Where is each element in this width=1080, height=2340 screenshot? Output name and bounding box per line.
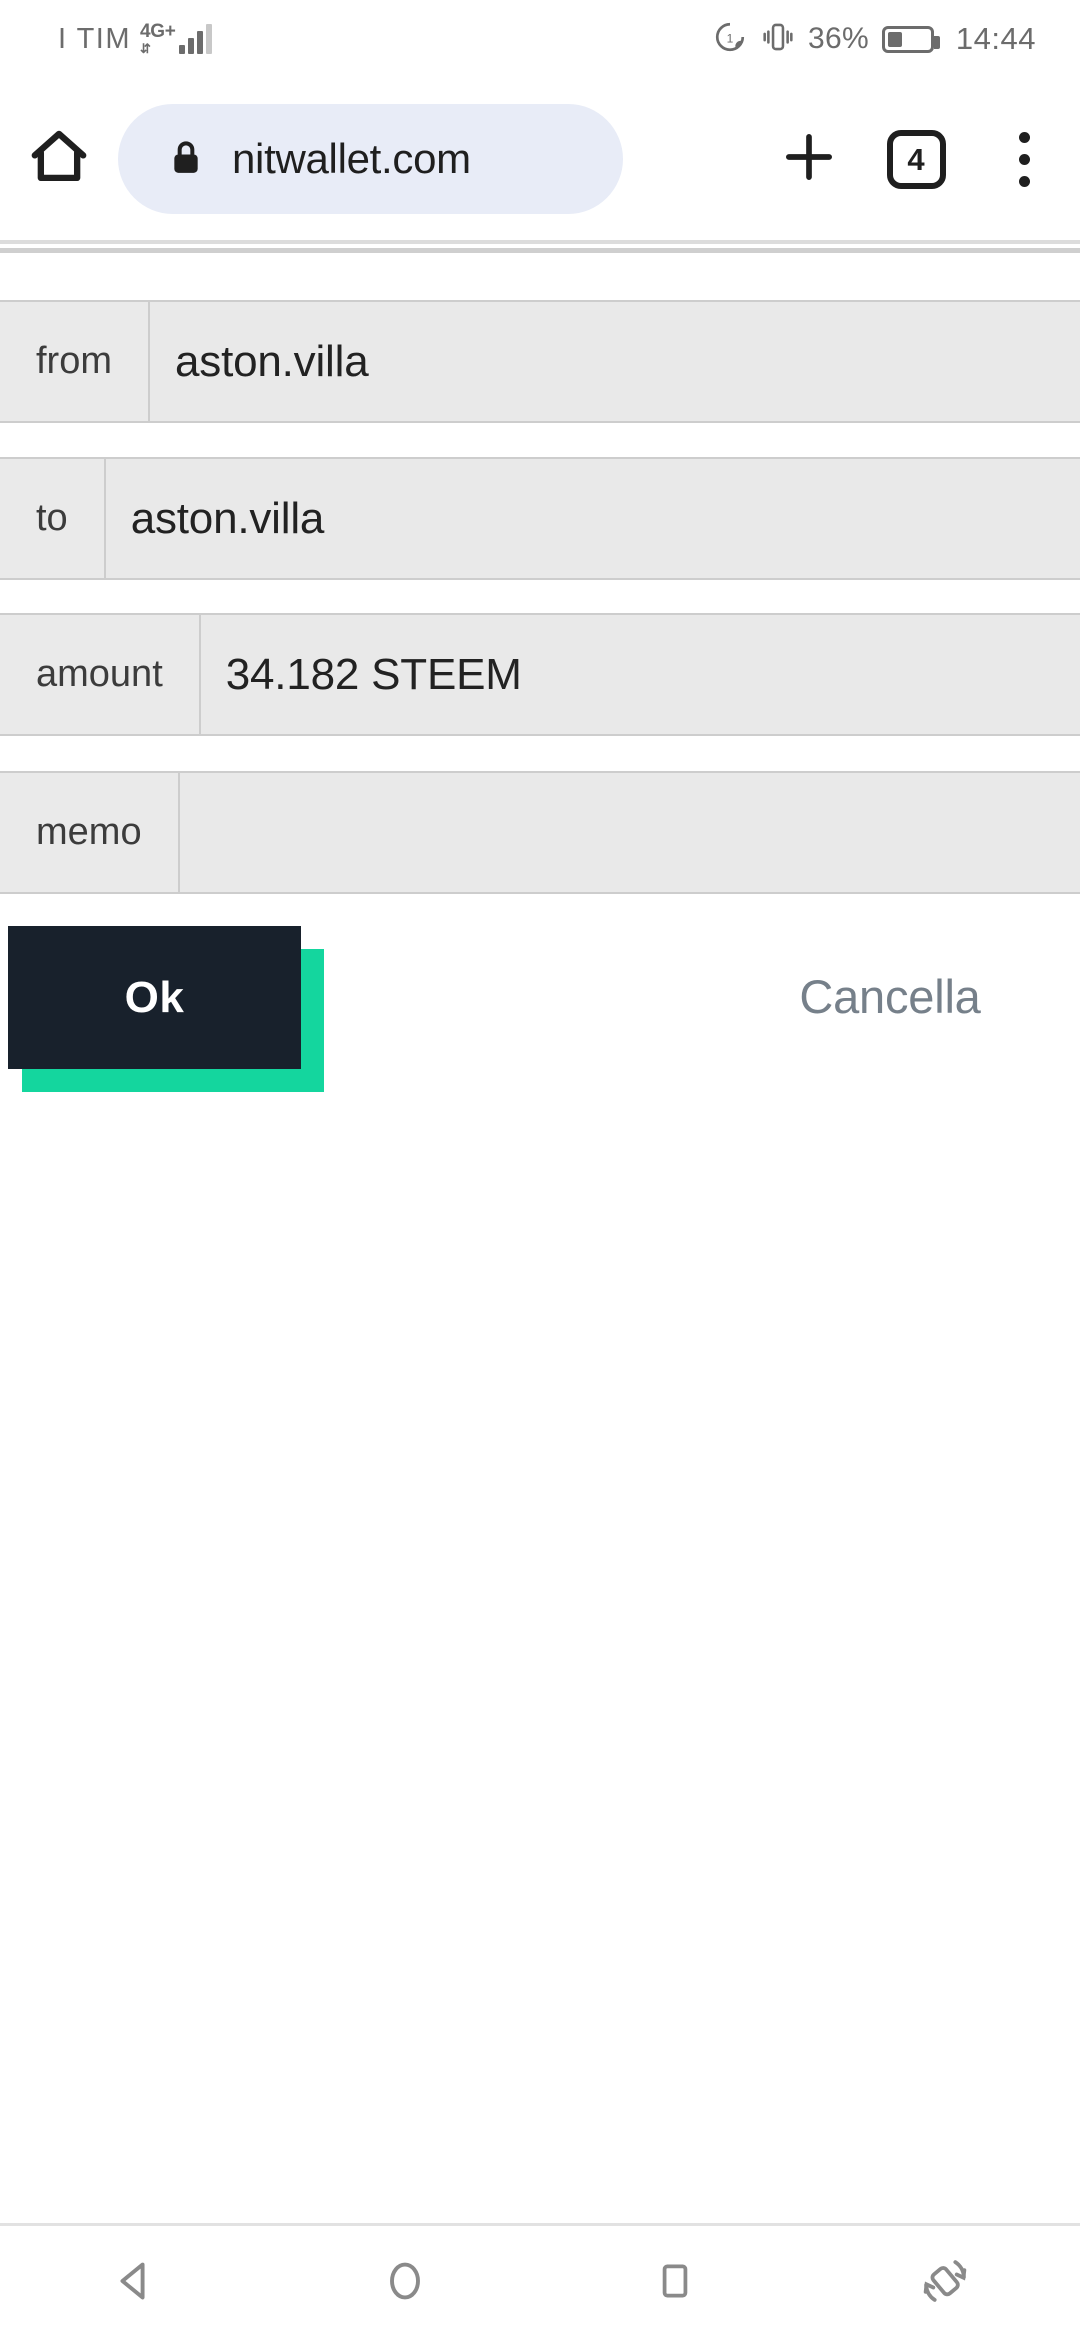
home-circle-icon (379, 2255, 431, 2312)
clock-label: 14:44 (955, 21, 1036, 56)
confirm-button-label: Ok (124, 972, 185, 1022)
status-bar-left: I TIM 4G+ ⇵ (58, 22, 212, 56)
cancel-button-label: Cancella (799, 969, 981, 1023)
rotate-screen-icon (918, 2254, 972, 2313)
url-bar[interactable]: nitwallet.com (118, 104, 623, 214)
digital-balance-icon: 1 (712, 19, 748, 60)
page-content: from aston.villa to aston.villa amount 3… (0, 253, 1080, 2223)
tab-count-icon: 4 (886, 129, 946, 189)
overflow-menu-button[interactable] (968, 131, 1080, 187)
browser-toolbar: nitwallet.com 4 (0, 78, 1080, 240)
back-triangle-icon (109, 2255, 161, 2312)
field-input-from[interactable]: aston.villa (150, 302, 1080, 421)
nav-home-button[interactable] (270, 2255, 540, 2312)
plus-icon (778, 126, 840, 193)
url-text: nitwallet.com (232, 135, 471, 182)
signal-bars-icon (178, 24, 212, 56)
cancel-button[interactable]: Cancella (760, 953, 1020, 1039)
battery-icon (881, 25, 940, 53)
field-label-to: to (0, 459, 106, 578)
network-generation-label: 4G+ (140, 21, 176, 42)
field-input-memo[interactable] (179, 773, 1080, 892)
confirm-button[interactable]: Ok (8, 926, 301, 1069)
lock-icon (166, 135, 206, 184)
tab-switcher-button[interactable]: 4 (864, 129, 968, 189)
battery-percent-label: 36% (807, 22, 869, 55)
field-row-to: to aston.villa (0, 457, 1080, 580)
network-type-indicator: 4G+ ⇵ (140, 22, 176, 56)
carrier-label: I TIM (58, 23, 132, 55)
data-transfer-arrows-icon: ⇵ (140, 41, 151, 56)
tab-count-label: 4 (907, 141, 925, 177)
field-label-amount: amount (0, 615, 201, 734)
home-icon (26, 124, 92, 195)
field-row-memo: memo (0, 771, 1080, 894)
field-row-from: from aston.villa (0, 300, 1080, 423)
system-nav-bar (0, 2226, 1080, 2340)
toolbar-divider (0, 240, 1080, 244)
status-bar-right: 1 36% 14:44 (712, 19, 1036, 60)
field-input-to[interactable]: aston.villa (105, 459, 1080, 578)
nav-recents-button[interactable] (540, 2256, 810, 2311)
svg-text:1: 1 (727, 31, 734, 45)
vibrate-icon (761, 19, 795, 60)
recents-square-icon (650, 2256, 700, 2311)
nav-back-button[interactable] (0, 2255, 270, 2312)
field-input-amount[interactable]: 34.182 STEEM (200, 615, 1080, 734)
status-bar: I TIM 4G+ ⇵ 1 36% 14:44 (0, 0, 1080, 78)
kebab-menu-icon (1018, 131, 1030, 187)
nav-rotate-button[interactable] (810, 2254, 1080, 2313)
field-label-from: from (0, 302, 150, 421)
field-label-memo: memo (0, 773, 180, 892)
new-tab-button[interactable] (754, 126, 864, 193)
field-row-amount: amount 34.182 STEEM (0, 613, 1080, 736)
home-button[interactable] (0, 124, 118, 195)
